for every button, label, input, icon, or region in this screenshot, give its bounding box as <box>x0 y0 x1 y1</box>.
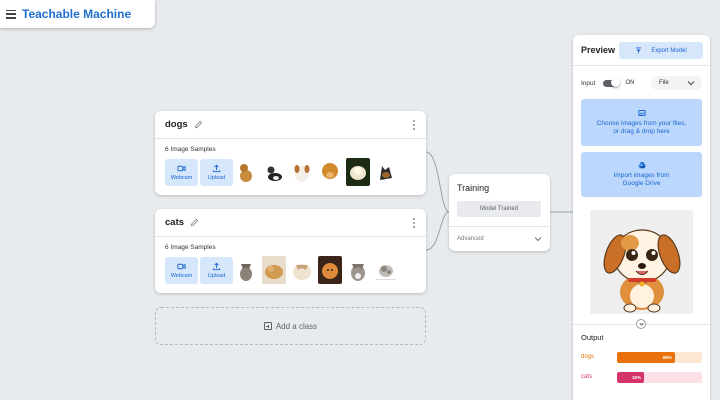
more-options-icon[interactable] <box>413 218 416 228</box>
sample-image-cat-4[interactable] <box>318 256 342 284</box>
webcam-label: Webcam <box>170 273 193 279</box>
upload-button[interactable]: Upload <box>200 159 233 186</box>
class-card-header: dogs <box>155 111 426 139</box>
webcam-icon <box>177 263 186 270</box>
chevron-down-icon <box>534 237 542 242</box>
input-label: Input <box>581 79 596 87</box>
confidence-bar-track: 68% <box>617 351 702 363</box>
upload-button[interactable]: Upload <box>200 257 233 284</box>
google-drive-import[interactable]: Import images from Google Drive <box>581 152 702 197</box>
output-class-label: cats <box>581 374 593 380</box>
class-card-cats: cats 6 Image Samples Webcam Upload <box>155 209 426 293</box>
sample-image-dog-2[interactable] <box>262 158 286 186</box>
output-row-cats: cats 32% <box>581 371 702 383</box>
input-source-select[interactable]: File <box>651 76 702 90</box>
export-model-button[interactable]: Export Model <box>619 42 703 59</box>
upload-label: Upload <box>207 273 226 279</box>
confidence-bar-track: 32% <box>617 371 702 383</box>
confidence-bar-fill: 32% <box>617 371 645 383</box>
sample-image-dog-6[interactable] <box>374 158 398 186</box>
app-header: Teachable Machine <box>0 0 155 28</box>
dropzone-text-line1: Choose images from your files, <box>596 119 687 127</box>
samples-count: 6 Image Samples <box>165 146 216 153</box>
output-class-label: dogs <box>581 354 595 360</box>
toggle-state-label: ON <box>625 80 635 86</box>
confidence-bar-fill: 68% <box>617 351 675 363</box>
training-title: Training <box>457 183 490 193</box>
sample-image-cat-1[interactable] <box>234 256 258 284</box>
sample-image-dog-1[interactable] <box>234 158 258 186</box>
class-name[interactable]: dogs <box>165 119 188 130</box>
output-title: Output <box>581 333 604 342</box>
output-row-dogs: dogs 68% <box>581 351 702 363</box>
sample-image-cat-3[interactable] <box>290 256 314 284</box>
chevron-down-icon <box>687 81 695 86</box>
samples-count: 6 Image Samples <box>165 244 216 251</box>
sample-thumbnails <box>234 158 398 186</box>
model-trained-button[interactable]: Model Trained <box>457 201 541 217</box>
add-box-icon <box>263 322 272 330</box>
training-card: Training Model Trained Advanced <box>449 174 550 251</box>
export-icon <box>636 47 642 54</box>
input-toggle[interactable] <box>603 78 621 87</box>
file-dropzone[interactable]: Choose images from your files, or drag &… <box>581 99 702 146</box>
export-model-label: Export Model <box>651 47 687 54</box>
upload-label: Upload <box>207 175 226 181</box>
sample-image-dog-3[interactable] <box>290 158 314 186</box>
class-name[interactable]: cats <box>165 217 184 228</box>
class-card-header: cats <box>155 209 426 237</box>
drive-text-line1: Import images from <box>613 171 670 179</box>
sample-thumbnails <box>234 256 398 284</box>
edit-pencil-icon[interactable] <box>194 120 203 129</box>
webcam-button[interactable]: Webcam <box>165 159 198 186</box>
preview-header: Preview Export Model <box>573 35 710 66</box>
sample-image-dog-5[interactable] <box>346 158 370 186</box>
upload-icon <box>212 164 221 173</box>
webcam-label: Webcam <box>170 175 193 181</box>
webcam-icon <box>177 165 186 172</box>
preview-input-image <box>590 210 693 314</box>
sample-image-dog-4[interactable] <box>318 158 342 186</box>
drive-text-line2: Google Drive <box>622 180 661 187</box>
webcam-button[interactable]: Webcam <box>165 257 198 284</box>
edit-pencil-icon[interactable] <box>190 218 199 227</box>
app-title[interactable]: Teachable Machine <box>22 7 131 21</box>
input-row: Input ON File <box>581 76 702 90</box>
preview-title: Preview <box>581 45 616 55</box>
upload-icon <box>212 262 221 271</box>
image-file-icon <box>637 109 646 116</box>
preview-panel: Preview Export Model Input ON File Choos… <box>573 35 710 400</box>
dropzone-text-line2: or drag & drop here <box>613 128 670 135</box>
class-card-dogs: dogs 6 Image Samples Webcam Upload <box>155 111 426 195</box>
advanced-label: Advanced <box>457 236 484 242</box>
sample-image-cat-6[interactable] <box>374 256 398 284</box>
arrow-down-icon <box>636 319 646 329</box>
confidence-value: 68% <box>662 354 672 360</box>
sample-image-cat-5[interactable] <box>346 256 370 284</box>
advanced-toggle[interactable]: Advanced <box>449 226 550 251</box>
hamburger-menu-icon[interactable] <box>6 9 16 19</box>
confidence-value: 32% <box>632 374 642 380</box>
google-drive-icon <box>637 161 646 168</box>
sample-image-cat-2[interactable] <box>262 256 286 284</box>
add-class-button[interactable]: Add a class <box>155 307 426 345</box>
input-source-value: File <box>659 80 669 86</box>
more-options-icon[interactable] <box>413 120 416 130</box>
add-class-label: Add a class <box>275 321 318 331</box>
